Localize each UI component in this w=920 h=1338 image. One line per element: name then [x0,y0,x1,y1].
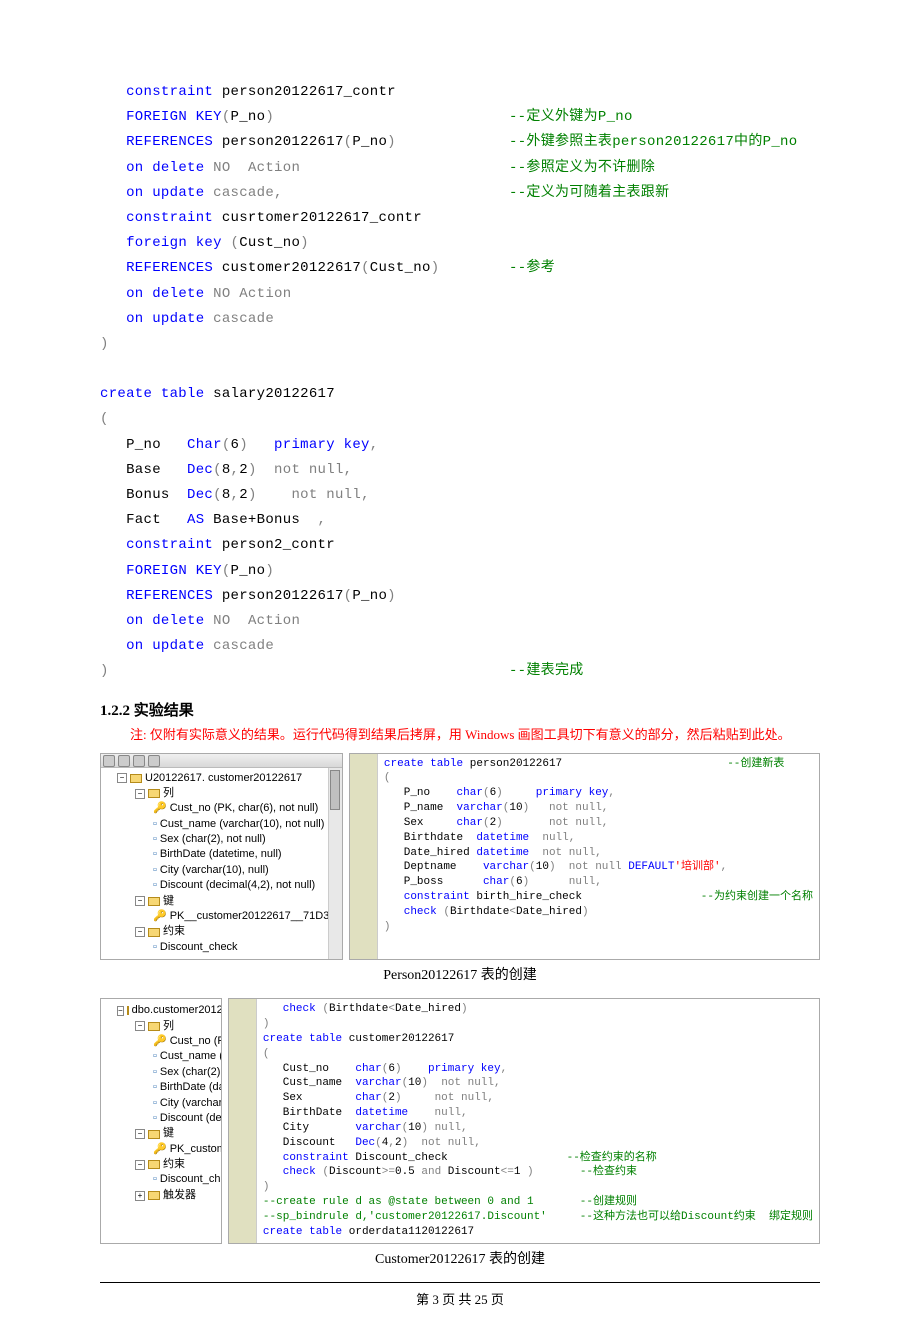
gutter [229,999,257,1243]
caption-2: Customer20122617 表的创建 [100,1248,820,1268]
tree-column-item[interactable]: ▫Discount (decimal(4,2), not null) [105,878,338,893]
folder-icon [148,928,160,937]
column-icon: ▫ [153,878,157,893]
table-icon [127,1006,129,1015]
collapse-icon[interactable]: − [117,1006,124,1016]
tree-key-item[interactable]: 🔑PK_customer_7B8FA4900519C6AF [105,1142,217,1157]
folder-icon [148,897,160,906]
column-icon: ▫ [153,1111,157,1126]
tree-constraints-folder[interactable]: −约束 [105,924,338,939]
table-icon [130,774,142,783]
expand-icon[interactable]: + [135,1191,145,1201]
column-icon: ▫ [153,847,157,862]
tree-root[interactable]: −U20122617. customer20122617 [105,771,338,786]
tree-root[interactable]: −dbo.customer20122617 [105,1003,217,1018]
tree-keys-folder[interactable]: −键 [105,894,338,909]
gutter [350,754,378,960]
screenshot-1: −U20122617. customer20122617 −列 🔑Cust_no… [100,753,820,961]
column-icon: ▫ [153,1080,157,1095]
folder-icon [148,1022,160,1031]
column-icon: ▫ [153,1096,157,1111]
folder-icon [148,1130,160,1139]
tree-column-item[interactable]: ▫Discount (decimal(4,2), not null) [105,1111,217,1126]
tree-keys-folder[interactable]: −键 [105,1126,217,1141]
sql-code-block: constraint person20122617_contr FOREIGN … [100,80,820,685]
tree-column-item[interactable]: ▫Cust_name (varchar(10), not null) [105,1049,217,1064]
tree-constraints-folder[interactable]: −约束 [105,1157,217,1172]
toolbar [101,754,342,768]
column-icon: ▫ [153,863,157,878]
constraint-icon: ▫ [153,1172,157,1187]
section-heading: 1.2.2 实验结果 [100,699,820,720]
tree-constraint-item[interactable]: ▫Discount_check [105,940,338,955]
tree-column-item[interactable]: ▫BirthDate (datetime, null) [105,1080,217,1095]
column-icon: ▫ [153,832,157,847]
collapse-icon[interactable]: − [135,1021,145,1031]
key-icon: 🔑 [153,909,167,924]
note-text: 注: 仅附有实际意义的结果。运行代码得到结果后拷屏，用 Windows 画图工具… [100,724,820,743]
collapse-icon[interactable]: − [135,1129,145,1139]
code-editor-1: create table person20122617 --创建新表 ( P_n… [349,753,820,961]
tree-column-item[interactable]: ▫Sex (char(2), not null) [105,832,338,847]
key-icon: 🔑 [153,1034,167,1049]
folder-icon [148,1160,160,1169]
object-explorer-1: −U20122617. customer20122617 −列 🔑Cust_no… [100,753,343,961]
object-explorer-2: −dbo.customer20122617 −列 🔑Cust_no (PK, c… [100,998,222,1244]
tree-key-item[interactable]: 🔑PK__customer20122617__71D37EBF [105,909,338,924]
constraint-icon: ▫ [153,940,157,955]
collapse-icon[interactable]: − [117,773,127,783]
column-icon: ▫ [153,1049,157,1064]
tree-columns-folder[interactable]: −列 [105,1019,217,1034]
screenshot-2: −dbo.customer20122617 −列 🔑Cust_no (PK, c… [100,998,820,1244]
tree-column-item[interactable]: ▫BirthDate (datetime, null) [105,847,338,862]
folder-icon [148,1191,160,1200]
tree-columns-folder[interactable]: −列 [105,786,338,801]
collapse-icon[interactable]: − [135,1160,145,1170]
caption-1: Person20122617 表的创建 [100,964,820,984]
collapse-icon[interactable]: − [135,896,145,906]
tree-column-item[interactable]: ▫Cust_name (varchar(10), not null) [105,817,338,832]
tree-constraint-item[interactable]: ▫Discount_check [105,1172,217,1187]
scrollbar[interactable] [328,768,342,960]
tree-column-item[interactable]: 🔑Cust_no (PK, char(6), not null) [105,801,338,816]
tree-column-item[interactable]: 🔑Cust_no (PK, char(6), not null) [105,1034,217,1049]
code-editor-2: check (Birthdate<Date_hired) ) create ta… [228,998,820,1244]
tree-column-item[interactable]: ▫City (varchar(10), null) [105,863,338,878]
folder-icon [148,789,160,798]
collapse-icon[interactable]: − [135,927,145,937]
footer-rule [100,1282,820,1283]
column-icon: ▫ [153,1065,157,1080]
tree-column-item[interactable]: ▫Sex (char(2), not null) [105,1065,217,1080]
key-icon: 🔑 [153,1142,167,1157]
column-icon: ▫ [153,817,157,832]
tree-triggers-folder[interactable]: +触发器 [105,1188,217,1203]
tree-column-item[interactable]: ▫City (varchar(10), null) [105,1096,217,1111]
key-icon: 🔑 [153,801,167,816]
page-number: 第 3 页 共 25 页 [100,1289,820,1308]
collapse-icon[interactable]: − [135,789,145,799]
